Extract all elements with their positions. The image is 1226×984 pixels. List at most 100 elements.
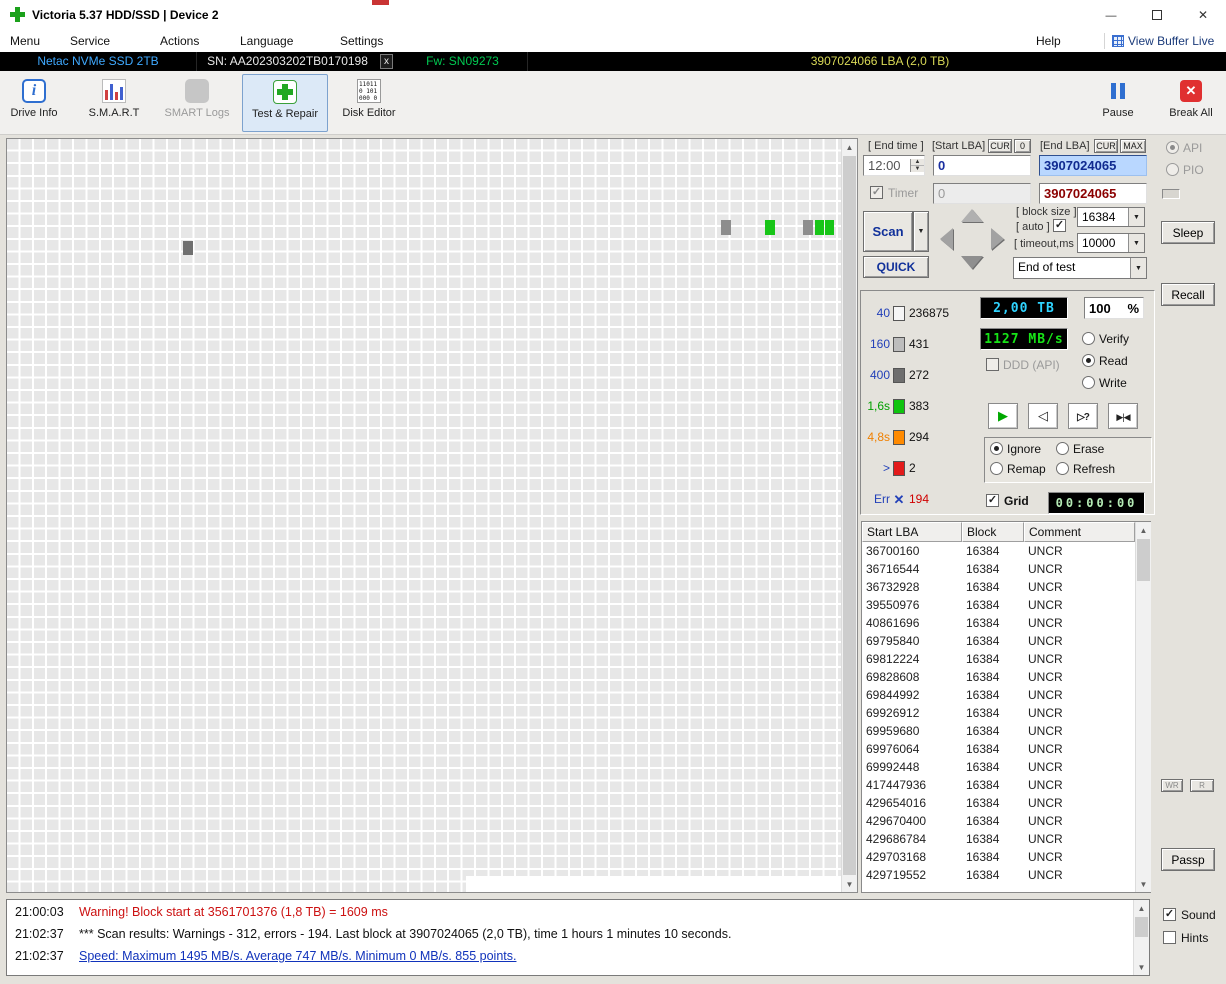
minimize-button[interactable] <box>1088 0 1134 30</box>
disk-editor-button[interactable]: 110110 101000 0001 Disk Editor <box>334 74 404 132</box>
table-row[interactable]: 6997606416384UNCR <box>862 740 1135 758</box>
scroll-up-icon[interactable] <box>1136 522 1151 538</box>
sound-checkbox[interactable] <box>1163 908 1176 921</box>
scan-block <box>815 220 824 235</box>
scan-map-grid[interactable] <box>7 139 841 892</box>
start-lba-cur-button[interactable]: CUR <box>988 139 1012 153</box>
timer-checkbox[interactable] <box>870 186 883 199</box>
auto-checkbox[interactable] <box>1053 219 1066 232</box>
table-row[interactable]: 42970316816384UNCR <box>862 848 1135 866</box>
end-of-test-combo[interactable]: End of test <box>1013 257 1147 279</box>
table-row[interactable]: 41744793616384UNCR <box>862 776 1135 794</box>
table-row[interactable]: 6979584016384UNCR <box>862 632 1135 650</box>
menu-item-help[interactable]: Help <box>1036 30 1061 52</box>
verify-label: Verify <box>1099 332 1129 346</box>
block-size-combo[interactable]: 16384 <box>1077 207 1145 227</box>
scroll-up-icon[interactable] <box>1134 900 1149 916</box>
spinner-arrows-icon[interactable]: ▲▼ <box>910 159 924 172</box>
table-row[interactable]: 6982860816384UNCR <box>862 668 1135 686</box>
step-back-button[interactable] <box>1028 403 1058 429</box>
play-button[interactable] <box>988 403 1018 429</box>
timeout-combo[interactable]: 10000 <box>1077 233 1145 253</box>
scroll-up-icon[interactable] <box>842 139 857 155</box>
column-header-comment[interactable]: Comment <box>1024 522 1135 542</box>
passp-button[interactable]: Passp <box>1161 848 1215 871</box>
menu-item-language[interactable]: Language <box>240 30 293 52</box>
read-radio[interactable] <box>1082 354 1095 367</box>
scroll-thumb[interactable] <box>843 156 856 875</box>
dropdown-icon[interactable] <box>1128 208 1144 226</box>
end-lba-cur-button[interactable]: CUR <box>1094 139 1118 153</box>
start-lba-zero-button[interactable]: 0 <box>1014 139 1031 153</box>
end-lba-input[interactable]: 3907024065 <box>1039 155 1147 176</box>
table-row[interactable]: 42965401616384UNCR <box>862 794 1135 812</box>
table-row[interactable]: 3670016016384UNCR <box>862 542 1135 560</box>
timer-end-field: 3907024065 <box>1039 183 1147 204</box>
jump-ends-button[interactable] <box>1108 403 1138 429</box>
table-row[interactable]: 42968678416384UNCR <box>862 830 1135 848</box>
hints-checkbox[interactable] <box>1163 931 1176 944</box>
verify-radio[interactable] <box>1082 332 1095 345</box>
start-lba-input[interactable]: 0 <box>933 155 1031 176</box>
dropdown-icon[interactable] <box>1128 234 1144 252</box>
scroll-thumb[interactable] <box>1135 917 1148 937</box>
seek-left-icon[interactable] <box>940 228 953 250</box>
scroll-thumb[interactable] <box>1137 539 1150 581</box>
table-row[interactable]: 6995968016384UNCR <box>862 722 1135 740</box>
scan-dropdown-button[interactable]: ▼ <box>913 211 929 252</box>
legend-label: 160 <box>862 337 890 351</box>
remap-radio[interactable] <box>990 462 1003 475</box>
table-row[interactable]: 6981222416384UNCR <box>862 650 1135 668</box>
table-row[interactable]: 6999244816384UNCR <box>862 758 1135 776</box>
break-all-button[interactable]: ✕ Break All <box>1160 74 1222 132</box>
refresh-radio[interactable] <box>1056 462 1069 475</box>
end-time-spinner[interactable]: 12:00 ▲▼ <box>863 155 925 176</box>
maximize-button[interactable] <box>1134 0 1180 30</box>
seek-diamond-control[interactable] <box>940 209 1004 269</box>
test-repair-button[interactable]: Test & Repair <box>242 74 328 132</box>
pause-button[interactable]: Pause <box>1094 74 1142 132</box>
menu-item-menu[interactable]: Menu <box>10 30 40 52</box>
seek-up-icon[interactable] <box>961 209 983 222</box>
grid-checkbox[interactable] <box>986 494 999 507</box>
table-row[interactable]: 4086169616384UNCR <box>862 614 1135 632</box>
dropdown-icon[interactable] <box>1130 258 1146 278</box>
table-row[interactable]: 42971955216384UNCR <box>862 866 1135 884</box>
table-row[interactable]: 6992691216384UNCR <box>862 704 1135 722</box>
column-header-block[interactable]: Block <box>962 522 1024 542</box>
table-row[interactable]: 6984499216384UNCR <box>862 686 1135 704</box>
sleep-button[interactable]: Sleep <box>1161 221 1215 244</box>
write-radio[interactable] <box>1082 376 1095 389</box>
drive-info-button[interactable]: i Drive Info <box>4 74 64 132</box>
log-scrollbar[interactable] <box>1133 900 1149 975</box>
column-header-start-lba[interactable]: Start LBA <box>862 522 962 542</box>
scan-button[interactable]: Scan <box>863 211 913 252</box>
ignore-radio[interactable] <box>990 442 1003 455</box>
view-buffer-live-button[interactable]: View Buffer Live <box>1128 30 1214 52</box>
seek-right-icon[interactable] <box>991 228 1004 250</box>
legend-label: > <box>862 461 890 475</box>
close-button[interactable] <box>1180 0 1226 30</box>
seek-to-button[interactable] <box>1068 403 1098 429</box>
scroll-down-icon[interactable] <box>1136 876 1151 892</box>
quick-button[interactable]: QUICK <box>863 256 929 278</box>
table-scrollbar[interactable] <box>1135 522 1151 892</box>
end-lba-max-button[interactable]: MAX <box>1120 139 1146 153</box>
recall-button[interactable]: Recall <box>1161 283 1215 306</box>
seek-down-icon[interactable] <box>961 256 983 269</box>
map-scrollbar[interactable] <box>841 139 857 892</box>
menu-item-service[interactable]: Service <box>70 30 110 52</box>
table-row[interactable]: 3673292816384UNCR <box>862 578 1135 596</box>
table-row[interactable]: 3955097616384UNCR <box>862 596 1135 614</box>
serial-close-button[interactable]: x <box>380 54 393 69</box>
table-row[interactable]: 42967040016384UNCR <box>862 812 1135 830</box>
scroll-down-icon[interactable] <box>842 876 857 892</box>
menu-item-actions[interactable]: Actions <box>160 30 199 52</box>
scroll-down-icon[interactable] <box>1134 959 1149 975</box>
erase-radio[interactable] <box>1056 442 1069 455</box>
legend-count: 194 <box>909 492 929 506</box>
menu-item-settings[interactable]: Settings <box>340 30 383 52</box>
drive-model[interactable]: Netac NVMe SSD 2TB <box>0 52 197 71</box>
table-row[interactable]: 3671654416384UNCR <box>862 560 1135 578</box>
smart-button[interactable]: S.M.A.R.T <box>84 74 144 132</box>
